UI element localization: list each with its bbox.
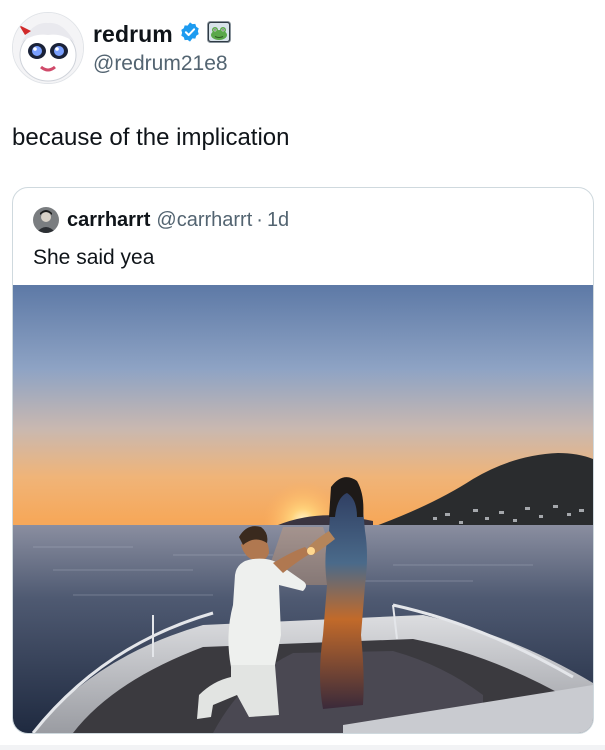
quoted-timestamp[interactable]: 1d — [267, 209, 289, 232]
quoted-tweet-card[interactable]: carrharrt @carrharrt · 1d She said yea — [12, 187, 594, 734]
quoted-tweet-header: carrharrt @carrharrt · 1d — [33, 207, 289, 233]
frog-badge-icon — [206, 21, 231, 48]
quoted-separator: · — [256, 208, 263, 231]
tweet-header: redrum @redrum21e8 — [12, 12, 592, 84]
verified-badge-icon — [179, 21, 201, 48]
proposal-sunset-photo — [13, 285, 593, 733]
quoted-tweet-text: She said yea — [33, 246, 155, 269]
author-display-name[interactable]: redrum — [93, 21, 173, 48]
bottom-divider — [0, 745, 605, 750]
quoted-author-display-name[interactable]: carrharrt — [67, 209, 150, 232]
quoted-author-handle[interactable]: @carrharrt — [156, 209, 252, 232]
quoted-tweet-photo[interactable] — [13, 285, 593, 733]
tweet-text: because of the implication — [12, 124, 290, 151]
author-avatar[interactable] — [12, 12, 84, 84]
author-name-row: redrum — [93, 21, 231, 48]
quoted-author-avatar[interactable] — [33, 207, 59, 233]
author-handle[interactable]: @redrum21e8 — [93, 52, 228, 76]
